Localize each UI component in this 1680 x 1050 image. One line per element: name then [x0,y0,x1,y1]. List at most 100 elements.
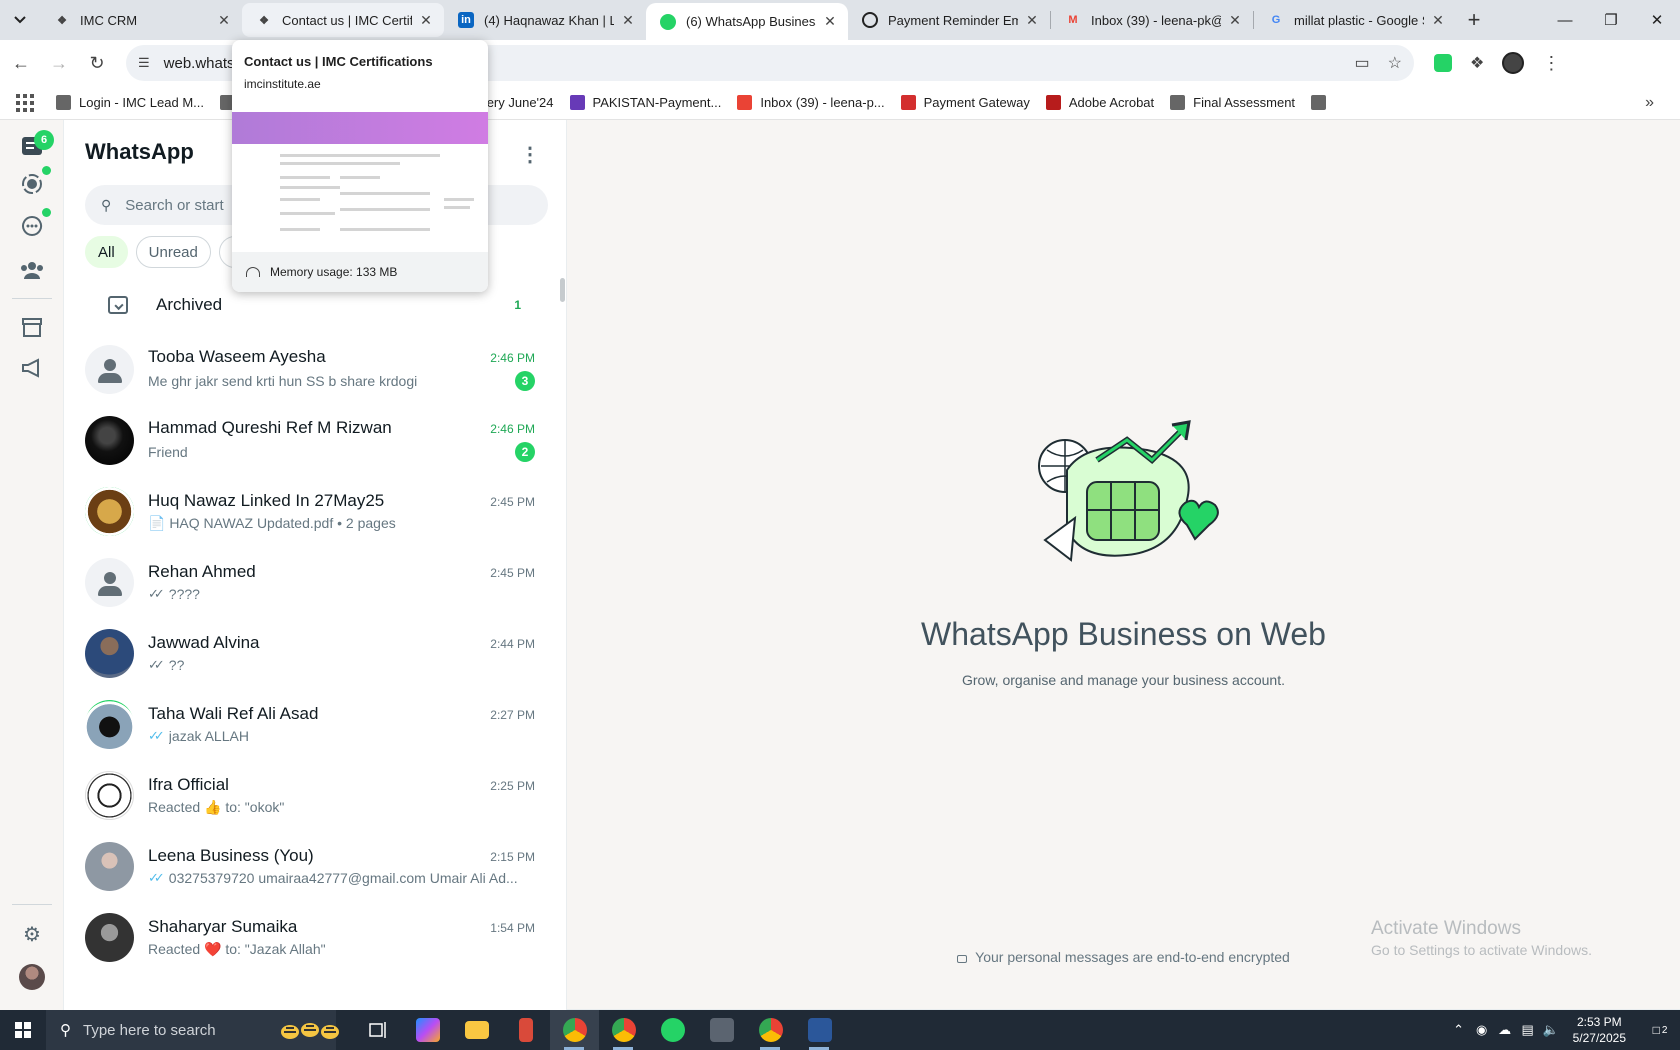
status-icon[interactable] [18,170,46,198]
forward-button[interactable]: → [42,46,76,80]
browser-tab[interactable]: in (4) Haqnawaz Khan | Link ✕ [444,3,646,37]
chat-preview: jazak ALLAH [168,728,249,744]
notifications-button[interactable]: □ 2 [1640,1010,1680,1050]
chat-item-body: Tooba Waseem Ayesha 2:46 PM Me ghr jakr se… [148,347,535,391]
filter-chip-all[interactable]: All [85,236,128,268]
extensions-puzzle-icon[interactable]: ❖ [1470,53,1484,73]
chat-list-item[interactable]: Ifra Official 2:25 PM Reacted 👍 to: "okok" [64,757,566,833]
catalog-store-icon[interactable] [18,313,46,341]
meet-now-icon[interactable]: ◉ [1471,1022,1493,1038]
site-info-icon[interactable]: ☰ [138,55,150,71]
chat-list-item[interactable]: Jawwad Alvina 2:44 PM ✓✓?? [64,615,566,691]
onedrive-cloud-icon[interactable]: ☁ [1494,1022,1516,1038]
my-profile-avatar[interactable] [19,964,45,990]
windows-taskbar: ⚲ Type here to search ⌃ ◉ ☁ ▤ 🔈 2:53 PM … [0,1010,1680,1050]
clock-app-taskbar-button[interactable] [697,1010,746,1050]
close-tab-icon[interactable]: ✕ [1430,12,1446,29]
network-icon[interactable]: ▤ [1517,1022,1539,1038]
tray-chevron-up-icon[interactable]: ⌃ [1448,1022,1470,1038]
chat-item-header: Tooba Waseem Ayesha 2:46 PM [148,347,535,367]
volume-muted-icon[interactable]: 🔈 [1540,1022,1562,1038]
bookmark-item[interactable]: Final Assessment [1170,95,1295,110]
nav-rail: 6 ⚙ [0,120,64,1010]
channels-new-dot [42,208,51,217]
install-app-icon[interactable]: ▭ [1355,53,1370,73]
bookmark-item[interactable]: PAKISTAN-Payment... [569,95,721,110]
chat-item-footer: ✓✓???? [148,586,535,602]
chat-item-footer: Me ghr jakr send krti hun SS b share krd… [148,371,535,391]
chat-item-body: Leena Business (You) 2:15 PM ✓✓ 03275379720… [148,846,535,886]
browser-tab[interactable]: Gmillat plastic - Google Se ✕ [1254,3,1456,37]
back-button[interactable]: ← [4,46,38,80]
close-tab-icon[interactable]: ✕ [1227,12,1243,29]
close-tab-icon[interactable]: ✕ [418,12,434,29]
contact-avatar [85,486,134,536]
chat-list-scrollbar[interactable] [560,278,565,302]
chat-item-body: Jawwad Alvina 2:44 PM ✓✓?? [148,633,535,673]
word-taskbar-button[interactable] [795,1010,844,1050]
tab-search-button[interactable] [0,0,40,40]
whatsapp-extension-icon[interactable] [1434,54,1452,72]
chat-item-body: Ifra Official 2:25 PM Reacted 👍 to: "okok" [148,775,535,816]
chat-preview: Friend [148,444,188,460]
taskbar-clock[interactable]: 2:53 PM 5/27/2025 [1573,1014,1626,1046]
more-bookmarks-icon[interactable]: » [1645,94,1654,112]
bookmark-item[interactable] [1311,95,1334,110]
task-view-button[interactable] [354,1010,403,1050]
chat-list-item[interactable]: Hammad Qureshi Ref M Rizwan 2:46 PM Friend… [64,402,566,478]
watermark-subtitle: Go to Settings to activate Windows. [1371,942,1592,958]
chat-item-footer: 📄 HAQ NAWAZ Updated.pdf • 2 pages [148,515,535,532]
bookmark-star-icon[interactable]: ☆ [1388,53,1402,73]
chat-list-item[interactable]: Taha Wali Ref Ali Asad 2:27 PM ✓✓ jazak ALL… [64,686,566,762]
profile-avatar[interactable] [1502,52,1525,74]
close-tab-icon[interactable]: ✕ [216,12,232,29]
chrome-taskbar-button-1[interactable] [550,1010,599,1050]
close-tab-icon[interactable]: ✕ [822,13,838,30]
watermark-title: Activate Windows [1371,918,1521,939]
chat-list-item[interactable]: Leena Business (You) 2:15 PM ✓✓ 03275379720… [64,828,566,904]
start-button[interactable] [0,1010,46,1050]
whatsapp-taskbar-button[interactable] [648,1010,697,1050]
copilot-taskbar-button[interactable] [403,1010,452,1050]
browser-tab[interactable]: (6) WhatsApp Business ✕ [646,3,848,40]
communities-icon[interactable] [18,256,46,284]
chat-list-item[interactable]: Tooba Waseem Ayesha 2:46 PM Me ghr jakr se… [64,331,566,407]
filter-chip-unread[interactable]: Unread [135,236,211,268]
close-window-icon[interactable]: ✕ [1634,0,1680,40]
chat-name: Leena Business (You) [148,846,314,865]
restore-icon[interactable]: ❐ [1588,0,1634,40]
chrome-taskbar-button-2[interactable] [599,1010,648,1050]
bookmark-item[interactable]: Payment Gateway [900,95,1030,110]
bookmark-item[interactable]: Adobe Acrobat [1045,95,1154,110]
reload-button[interactable]: ↻ [80,46,114,80]
chat-list-item[interactable]: Huq Nawaz Linked In 27May25 2:45 PM 📄 HAQ … [64,473,566,549]
browser-tab[interactable]: M Inbox (39) - leena-pk@im ✕ [1051,3,1253,37]
settings-gear-icon[interactable]: ⚙ [18,920,46,948]
minimize-icon[interactable]: — [1542,0,1588,40]
apps-grid-icon[interactable] [16,93,34,112]
new-tab-button[interactable]: + [1456,2,1492,38]
close-tab-icon[interactable]: ✕ [1024,12,1040,29]
taskbar-search-placeholder: Type here to search [83,1021,216,1039]
app-taskbar-button[interactable] [501,1010,550,1050]
bookmark-item[interactable]: Login - IMC Lead M... [56,95,204,110]
browser-tab[interactable]: Payment Reminder Emai ✕ [848,3,1050,37]
close-tab-icon[interactable]: ✕ [620,12,636,29]
chat-preview: 📄 HAQ NAWAZ Updated.pdf • 2 pages [148,514,396,531]
browser-menu-icon[interactable]: ⋮ [1542,53,1560,74]
file-explorer-button[interactable] [452,1010,501,1050]
tab-title: IMC CRM [80,12,138,28]
chrome-taskbar-button-3[interactable] [746,1010,795,1050]
browser-tab[interactable]: ❖ IMC CRM ✕ [40,3,242,37]
bookmark-item[interactable]: Inbox (39) - leena-p... [737,95,885,110]
channels-icon[interactable] [18,212,46,240]
browser-tab[interactable]: ❖ Contact us | IMC Certifica ✕ [242,3,444,37]
menu-kebab-icon[interactable]: ⋮ [520,142,540,167]
hovercard-thumbnail [232,102,488,252]
chat-list-item[interactable]: Shaharyar Sumaika 1:54 PM Reacted ❤️ to: "… [64,899,566,975]
imc-favicon: ❖ [259,14,269,27]
chat-list-item[interactable]: Rehan Ahmed 2:45 PM ✓✓???? [64,544,566,620]
unread-count-badge: 2 [515,442,535,462]
chat-name: Jawwad Alvina [148,633,260,652]
advertise-megaphone-icon[interactable] [18,354,46,382]
